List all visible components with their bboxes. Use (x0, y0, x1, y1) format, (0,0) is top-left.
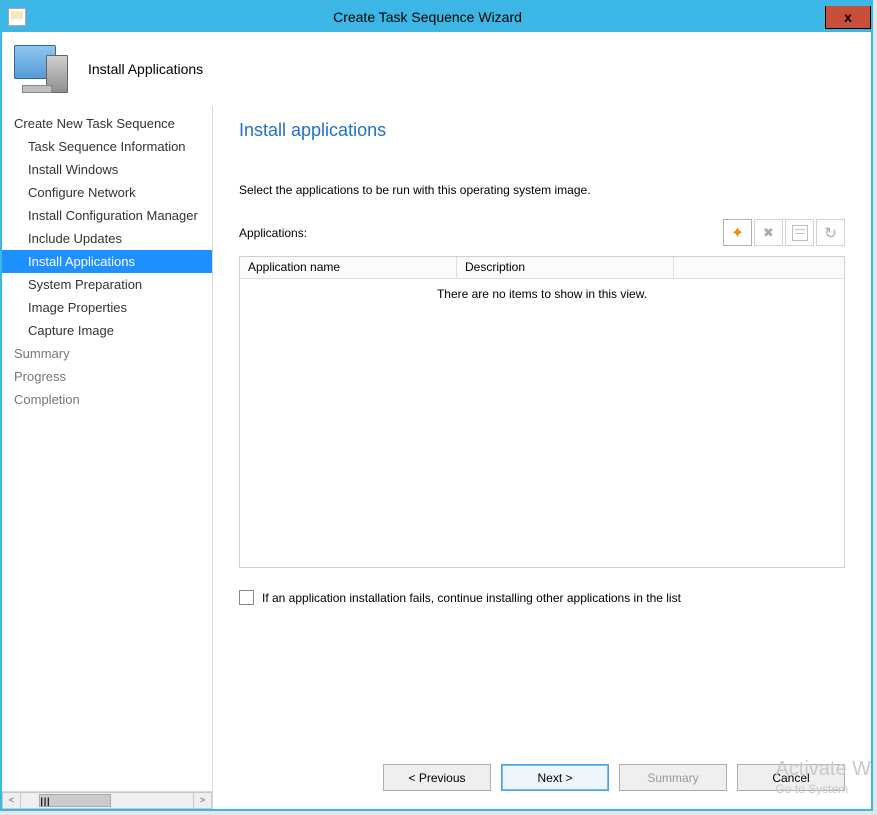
scroll-thumb[interactable]: III (39, 794, 111, 807)
properties-button[interactable] (785, 219, 814, 246)
body: Create New Task SequenceTask Sequence In… (2, 106, 871, 809)
sidebar-item[interactable]: System Preparation (2, 273, 212, 296)
main-panel: Install applications Select the applicat… (213, 106, 871, 809)
col-application-name[interactable]: Application name (240, 257, 457, 279)
close-button[interactable]: x (825, 6, 871, 29)
sidebar-item[interactable]: Capture Image (2, 319, 212, 342)
summary-button: Summary (619, 764, 727, 791)
sidebar-item[interactable]: Image Properties (2, 296, 212, 319)
sidebar-hscrollbar[interactable]: < III > (2, 791, 212, 809)
cycle-icon (824, 224, 837, 242)
scroll-right-button[interactable]: > (193, 792, 212, 809)
sidebar-item[interactable]: Task Sequence Information (2, 135, 212, 158)
continue-on-fail-row: If an application installation fails, co… (239, 590, 845, 605)
window-body: Install Applications Create New Task Seq… (2, 32, 871, 809)
next-button[interactable]: Next > (501, 764, 609, 791)
continue-on-fail-label[interactable]: If an application installation fails, co… (262, 591, 681, 605)
cancel-button[interactable]: Cancel (737, 764, 845, 791)
table-header: Application name Description (240, 257, 844, 279)
sidebar-item: Summary (2, 342, 212, 365)
clear-button[interactable] (816, 219, 845, 246)
sidebar-item: Completion (2, 388, 212, 411)
col-spacer (674, 257, 844, 279)
table-empty-message: There are no items to show in this view. (240, 279, 844, 567)
window-title: Create Task Sequence Wizard (30, 9, 825, 25)
add-button[interactable] (723, 219, 752, 246)
sidebar-item[interactable]: Create New Task Sequence (2, 112, 212, 135)
sidebar-item[interactable]: Configure Network (2, 181, 212, 204)
computer-icon (14, 45, 68, 93)
applications-table[interactable]: Application name Description There are n… (239, 256, 845, 568)
app-icon (8, 8, 26, 26)
scroll-track[interactable]: III (21, 792, 193, 809)
remove-button[interactable] (754, 219, 783, 246)
sidebar-item: Progress (2, 365, 212, 388)
starburst-icon (731, 223, 744, 243)
continue-on-fail-checkbox[interactable] (239, 590, 254, 605)
section-label: Install Applications (88, 61, 203, 77)
sidebar-item[interactable]: Install Applications (2, 250, 212, 273)
titlebar: Create Task Sequence Wizard x (2, 2, 871, 32)
page-title: Install applications (239, 120, 845, 141)
applications-label: Applications: (239, 226, 723, 240)
step-list: Create New Task SequenceTask Sequence In… (2, 106, 212, 791)
wizard-footer: < Previous Next > Summary Cancel Activat… (239, 720, 845, 791)
delete-icon (763, 225, 774, 241)
properties-icon (792, 225, 808, 241)
previous-button[interactable]: < Previous (383, 764, 491, 791)
sidebar: Create New Task SequenceTask Sequence In… (2, 106, 213, 809)
col-description[interactable]: Description (457, 257, 674, 279)
wizard-window: Create Task Sequence Wizard x Install Ap… (0, 0, 873, 811)
sidebar-item[interactable]: Install Configuration Manager (2, 204, 212, 227)
instruction-text: Select the applications to be run with t… (239, 183, 845, 197)
sidebar-item[interactable]: Install Windows (2, 158, 212, 181)
applications-row: Applications: (239, 219, 845, 246)
header-row: Install Applications (2, 32, 871, 106)
applications-toolbar (723, 219, 845, 246)
sidebar-item[interactable]: Include Updates (2, 227, 212, 250)
scroll-left-button[interactable]: < (2, 792, 21, 809)
